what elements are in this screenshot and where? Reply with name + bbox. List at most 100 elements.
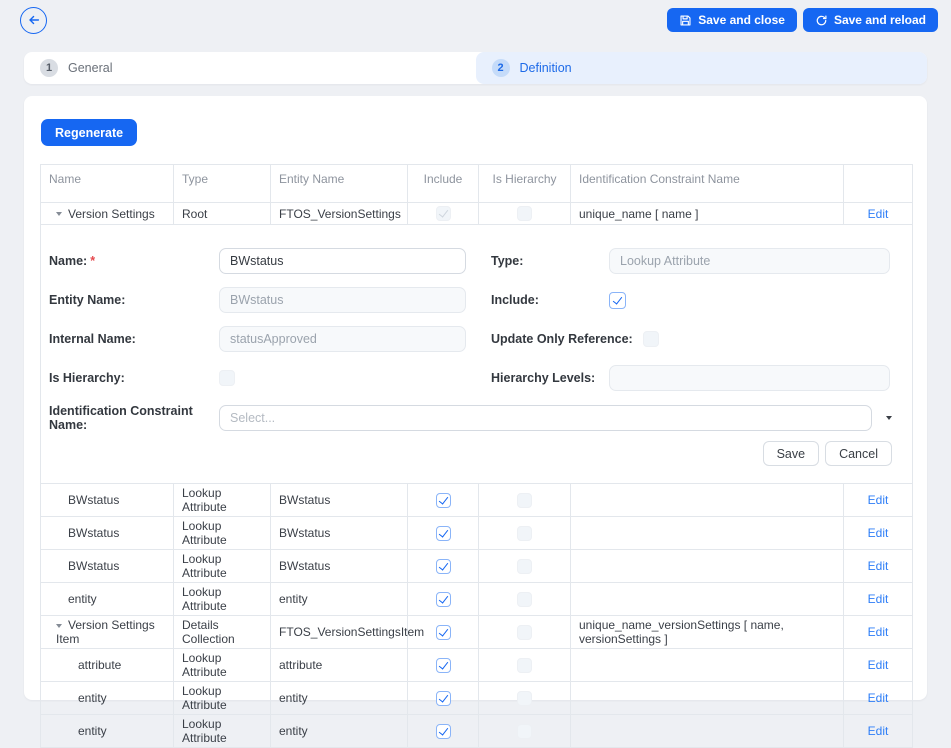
step-bar: 1 General 2 Definition	[24, 52, 927, 84]
row-name: BWstatus	[68, 526, 119, 540]
identification-constraint-label: Identification Constraint Name:	[49, 404, 219, 432]
type-input	[609, 248, 890, 274]
step-general[interactable]: 1 General	[24, 52, 476, 84]
name-label: Name:*	[49, 254, 219, 268]
table-header: Name Type Entity Name Include Is Hierarc…	[41, 165, 913, 203]
row-type: Root	[174, 203, 271, 225]
form-save-button[interactable]: Save	[763, 441, 820, 466]
row-is-hierarchy-checkbox	[517, 724, 532, 739]
dropdown-caret-icon[interactable]	[886, 416, 892, 420]
row-include-checkbox[interactable]	[436, 691, 451, 706]
row-include-checkbox	[436, 206, 451, 221]
table-row: Version Settings RootFTOS_VersionSettings…	[41, 203, 913, 225]
edit-link[interactable]: Edit	[868, 691, 889, 705]
row-type: Lookup Attribute	[174, 649, 271, 682]
table-bottom-body: BWstatusLookup AttributeBWstatusEditBWst…	[41, 484, 913, 748]
row-entity-name: FTOS_VersionSettings	[271, 203, 408, 225]
edit-link[interactable]: Edit	[868, 526, 889, 540]
update-only-reference-checkbox	[643, 331, 659, 347]
row-is-hierarchy-checkbox	[517, 526, 532, 541]
name-input[interactable]	[219, 248, 466, 274]
row-include-checkbox[interactable]	[436, 658, 451, 673]
table-row: entityLookup AttributeentityEdit	[41, 715, 913, 748]
required-asterisk: *	[90, 254, 95, 268]
row-name: attribute	[78, 658, 121, 672]
row-is-hierarchy-checkbox	[517, 592, 532, 607]
save-and-close-button[interactable]: Save and close	[667, 8, 797, 32]
column-header-actions	[844, 165, 913, 203]
row-name: entity	[78, 691, 107, 705]
edit-link[interactable]: Edit	[868, 724, 889, 738]
save-and-close-label: Save and close	[698, 13, 785, 27]
row-type: Lookup Attribute	[174, 517, 271, 550]
table-row: attributeLookup AttributeattributeEdit	[41, 649, 913, 682]
edit-link[interactable]: Edit	[868, 207, 889, 221]
internal-name-input	[219, 326, 466, 352]
row-name: Version Settings	[68, 207, 155, 221]
table-top-body: Version Settings RootFTOS_VersionSettings…	[41, 203, 913, 225]
row-is-hierarchy-checkbox	[517, 206, 532, 221]
edit-link[interactable]: Edit	[868, 559, 889, 573]
edit-link[interactable]: Edit	[868, 625, 889, 639]
save-and-reload-label: Save and reload	[834, 13, 926, 27]
row-name: entity	[78, 724, 107, 738]
form-buttons: Save Cancel	[41, 441, 892, 466]
save-icon	[679, 14, 692, 27]
is-hierarchy-label: Is Hierarchy:	[49, 371, 219, 385]
table-row: BWstatusLookup AttributeBWstatusEdit	[41, 484, 913, 517]
row-include-checkbox[interactable]	[436, 724, 451, 739]
row-include-checkbox[interactable]	[436, 592, 451, 607]
definition-panel: Regenerate Name Type Entity Name Include…	[24, 96, 927, 700]
row-include-checkbox[interactable]	[436, 526, 451, 541]
collapse-caret-icon[interactable]	[56, 212, 62, 216]
refresh-icon	[815, 14, 828, 27]
row-include-checkbox[interactable]	[436, 625, 451, 640]
row-entity-name: attribute	[271, 649, 408, 682]
edit-link[interactable]: Edit	[868, 592, 889, 606]
back-button[interactable]	[20, 7, 47, 34]
row-name: BWstatus	[68, 493, 119, 507]
row-entity-name: FTOS_VersionSettingsItem	[271, 616, 408, 649]
row-constraint	[571, 682, 844, 715]
hierarchy-levels-label: Hierarchy Levels:	[466, 371, 609, 385]
row-constraint: unique_name [ name ]	[571, 203, 844, 225]
save-and-reload-button[interactable]: Save and reload	[803, 8, 938, 32]
include-checkbox[interactable]	[609, 292, 626, 309]
row-entity-name: BWstatus	[271, 517, 408, 550]
form-row-name-type: Name:* Type:	[49, 248, 912, 274]
row-constraint	[571, 715, 844, 748]
table-row: entityLookup AttributeentityEdit	[41, 682, 913, 715]
step-number-badge: 2	[492, 59, 510, 77]
row-name: BWstatus	[68, 559, 119, 573]
row-constraint	[571, 649, 844, 682]
form-row-internal-update: Internal Name: Update Only Reference:	[49, 326, 912, 352]
top-bar: Save and close Save and reload	[20, 6, 938, 34]
include-label: Include:	[466, 293, 609, 307]
entity-name-label: Entity Name:	[49, 293, 219, 307]
definition-table: Name Type Entity Name Include Is Hierarc…	[40, 164, 913, 748]
regenerate-button[interactable]: Regenerate	[41, 119, 137, 146]
row-is-hierarchy-checkbox	[517, 625, 532, 640]
row-name: entity	[68, 592, 97, 606]
column-header-is-hierarchy: Is Hierarchy	[479, 165, 571, 203]
hierarchy-levels-input	[609, 365, 890, 391]
row-type: Lookup Attribute	[174, 583, 271, 616]
type-label: Type:	[466, 254, 609, 268]
form-cancel-button[interactable]: Cancel	[825, 441, 892, 466]
table-row: Version Settings ItemDetails CollectionF…	[41, 616, 913, 649]
identification-constraint-select[interactable]	[219, 405, 872, 431]
is-hierarchy-checkbox	[219, 370, 235, 386]
row-include-checkbox[interactable]	[436, 559, 451, 574]
edit-link[interactable]: Edit	[868, 658, 889, 672]
table-row: entityLookup AttributeentityEdit	[41, 583, 913, 616]
row-constraint	[571, 517, 844, 550]
row-type: Lookup Attribute	[174, 484, 271, 517]
row-include-checkbox[interactable]	[436, 493, 451, 508]
collapse-caret-icon[interactable]	[56, 624, 62, 628]
form-row-entity-include: Entity Name: Include:	[49, 287, 912, 313]
step-definition[interactable]: 2 Definition	[476, 52, 928, 84]
edit-link[interactable]: Edit	[868, 493, 889, 507]
step-number-badge: 1	[40, 59, 58, 77]
internal-name-label: Internal Name:	[49, 332, 219, 346]
table-row: BWstatusLookup AttributeBWstatusEdit	[41, 517, 913, 550]
